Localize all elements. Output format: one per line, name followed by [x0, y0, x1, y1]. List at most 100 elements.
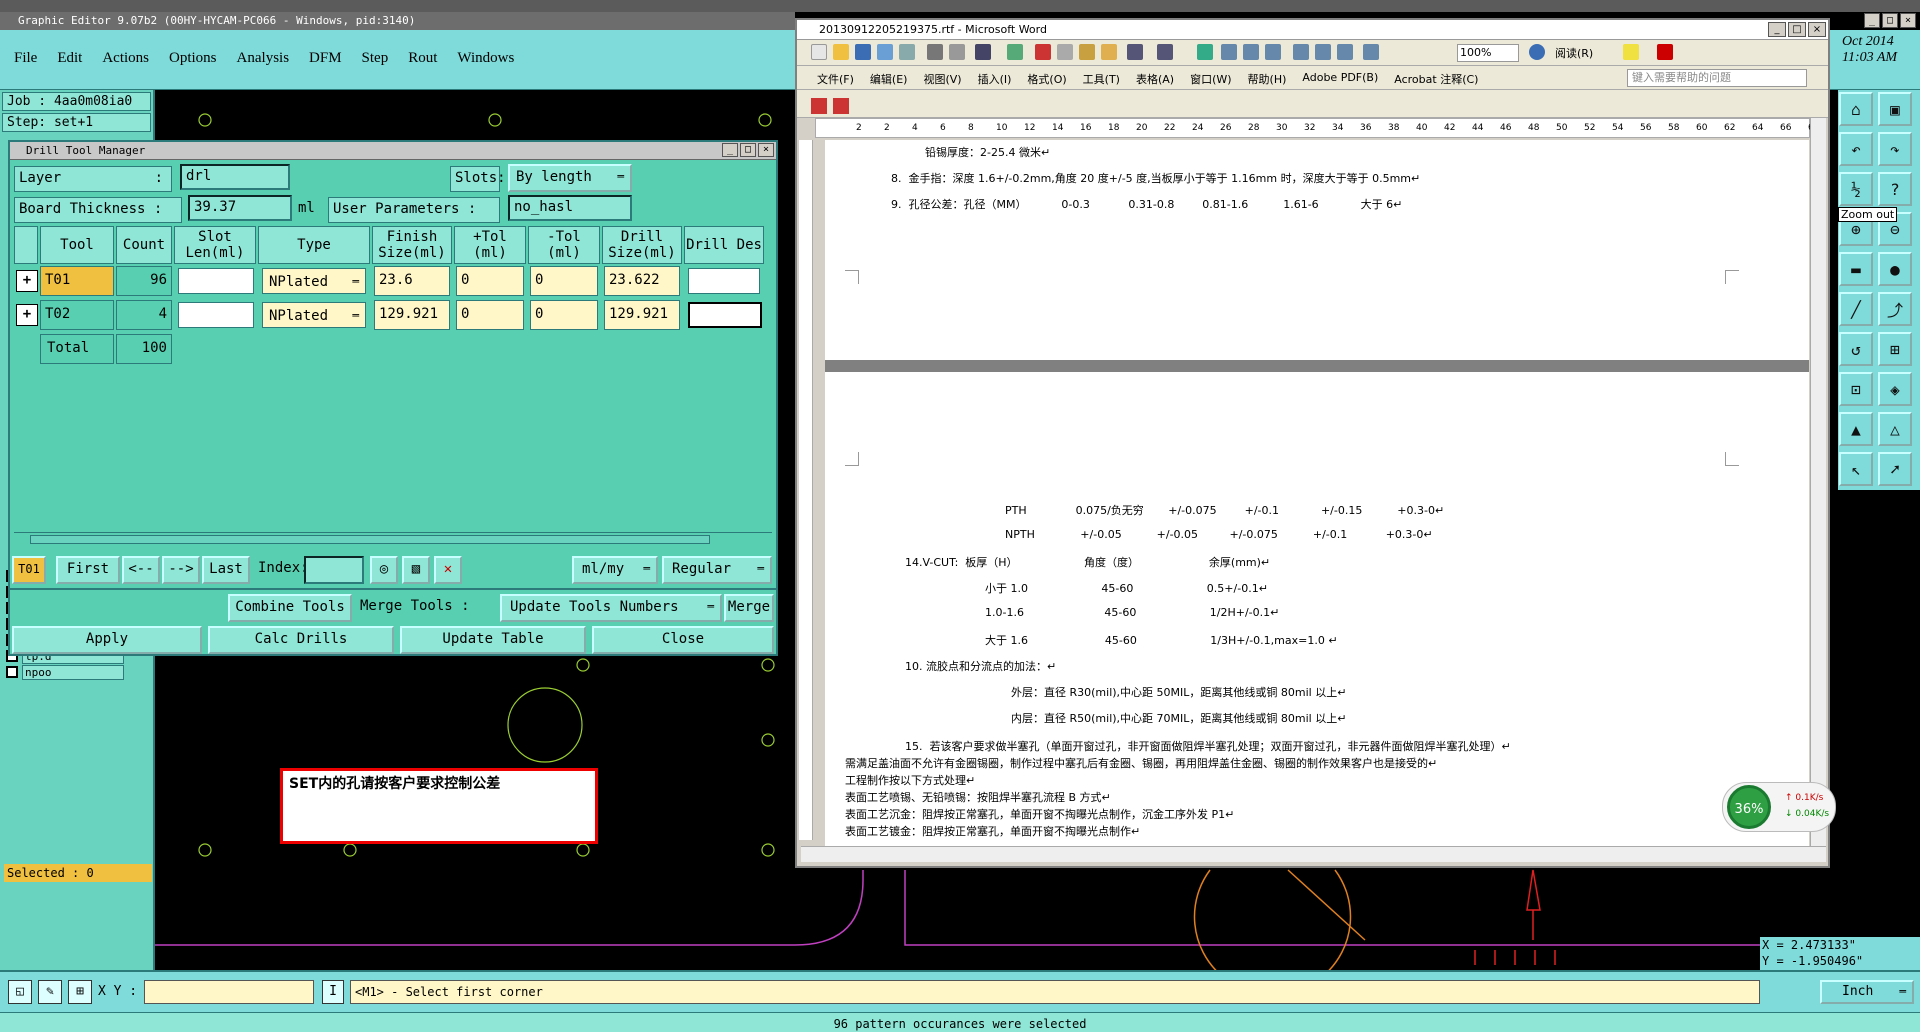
menu-options[interactable]: Options	[169, 50, 217, 67]
row1-tool[interactable]: T01	[40, 266, 114, 296]
word-horizontal-scrollbar[interactable]	[801, 846, 1826, 862]
email-icon[interactable]	[899, 44, 915, 60]
minimize-button[interactable]: _	[1864, 13, 1880, 28]
row2-finish[interactable]: 129.921	[374, 300, 450, 330]
cursor-icon[interactable]: ➚	[1878, 452, 1912, 486]
units-dropdown[interactable]: ml/my	[572, 556, 658, 584]
row1-ptol[interactable]: 0	[456, 266, 524, 296]
row1-finish[interactable]: 23.6	[374, 266, 450, 296]
research-icon[interactable]	[1007, 44, 1023, 60]
menu-rout[interactable]: Rout	[408, 50, 437, 67]
permission-icon[interactable]	[877, 44, 893, 60]
word-vertical-scrollbar[interactable]	[1810, 118, 1826, 850]
next-button[interactable]: -->	[162, 556, 200, 584]
word-menu-item[interactable]: 窗口(W)	[1190, 71, 1231, 87]
row2-tool[interactable]: T02	[40, 300, 114, 330]
layer-value-field[interactable]: drl	[180, 164, 290, 190]
select-mode-icon[interactable]: ◱	[8, 980, 32, 1004]
shape2-icon[interactable]: △	[1878, 412, 1912, 446]
format-painter-icon[interactable]	[1101, 44, 1117, 60]
menu-step[interactable]: Step	[362, 50, 389, 67]
xy-input[interactable]	[144, 980, 314, 1004]
close-dialog-button[interactable]: Close	[592, 626, 774, 654]
print-icon[interactable]	[927, 44, 943, 60]
menu-dfm[interactable]: DFM	[309, 50, 342, 67]
save-icon[interactable]	[855, 44, 871, 60]
hyperlink-icon[interactable]	[1197, 44, 1213, 60]
show-hide-icon[interactable]	[1363, 44, 1379, 60]
highlight-icon[interactable]	[1623, 44, 1639, 60]
pdf-email-icon[interactable]	[833, 98, 849, 114]
undo-icon[interactable]: ↶	[1839, 132, 1873, 166]
word-minimize-button[interactable]: _	[1768, 22, 1786, 37]
grid-icon[interactable]: ⊡	[1839, 372, 1873, 406]
word-maximize-button[interactable]: □	[1788, 22, 1806, 37]
pdf-convert-icon[interactable]	[811, 98, 827, 114]
slots-dropdown[interactable]: By length	[508, 164, 632, 192]
word-menu-item[interactable]: 编辑(E)	[870, 71, 908, 87]
dtm-close-button[interactable]: ×	[758, 143, 774, 157]
last-button[interactable]: Last	[202, 556, 250, 584]
paste-icon[interactable]	[1079, 44, 1095, 60]
spelling-icon[interactable]	[975, 44, 991, 60]
tables-borders-icon[interactable]	[1221, 44, 1237, 60]
open-icon[interactable]	[833, 44, 849, 60]
prev-button[interactable]: <--	[122, 556, 160, 584]
unit-dropdown[interactable]: Inch	[1820, 980, 1914, 1004]
word-menu-item[interactable]: 视图(V)	[923, 71, 961, 87]
menu-file[interactable]: File	[14, 50, 37, 67]
pointer-icon[interactable]: ↖	[1839, 452, 1873, 486]
bulb-icon[interactable]: ◎	[370, 556, 398, 584]
word-menu-item[interactable]: Adobe PDF(B)	[1302, 71, 1378, 87]
cursor-mode-icon[interactable]: I	[322, 980, 344, 1004]
word-menu-item[interactable]: 插入(I)	[978, 71, 1012, 87]
redo-icon[interactable]: ↷	[1878, 132, 1912, 166]
read-mode-button[interactable]: 阅读(R)	[1555, 45, 1593, 61]
row2-drill-des[interactable]	[688, 302, 762, 328]
new-doc-icon[interactable]	[811, 44, 827, 60]
row1-ntol[interactable]: 0	[530, 266, 598, 296]
window-icon[interactable]: ▣	[1878, 92, 1912, 126]
row2-drill[interactable]: 129.921	[604, 300, 680, 330]
copy-icon[interactable]	[1057, 44, 1073, 60]
insert-excel-icon[interactable]	[1265, 44, 1281, 60]
update-tools-numbers-dropdown[interactable]: Update Tools Numbers	[500, 594, 722, 622]
connect-icon[interactable]: ⤴	[1878, 292, 1912, 326]
network-speed-widget[interactable]: 36% ↑ 0.1K/s ↓ 0.04K/s	[1722, 782, 1836, 832]
zoom-half-icon[interactable]: ½	[1839, 172, 1873, 206]
image-icon[interactable]: ▧	[402, 556, 430, 584]
help-icon[interactable]: ?	[1878, 172, 1912, 206]
word-menu-item[interactable]: 帮助(H)	[1248, 71, 1287, 87]
combine-tools-button[interactable]: Combine Tools	[228, 594, 352, 622]
menu-actions[interactable]: Actions	[102, 50, 149, 67]
apply-button[interactable]: Apply	[12, 626, 202, 654]
edit-mode-icon[interactable]: ✎	[38, 980, 62, 1004]
doc-map-icon[interactable]	[1337, 44, 1353, 60]
row2-ntol[interactable]: 0	[530, 300, 598, 330]
menu-edit[interactable]: Edit	[57, 50, 82, 67]
layer-row[interactable]: npoo	[6, 664, 124, 680]
zoom-dropdown[interactable]: 100%	[1457, 44, 1519, 62]
document-area[interactable]: 铅锡厚度：2-25.4 微米↵ 8. 金手指：深度 1.6+/-0.2mm,角度…	[825, 140, 1809, 850]
word-menu-item[interactable]: 工具(T)	[1083, 71, 1120, 87]
close-button[interactable]: ×	[1900, 13, 1916, 28]
layer-checkbox[interactable]	[6, 666, 18, 678]
maximize-button[interactable]: □	[1882, 13, 1898, 28]
index-field[interactable]	[304, 556, 364, 584]
user-params-field[interactable]: no_hasl	[508, 195, 632, 221]
columns-icon[interactable]	[1293, 44, 1309, 60]
pad-icon[interactable]: ●	[1878, 252, 1912, 286]
print-preview-icon[interactable]	[949, 44, 965, 60]
dtm-minimize-button[interactable]: _	[722, 143, 738, 157]
row1-type-dropdown[interactable]: NPlated	[262, 268, 366, 295]
row1-drill-des[interactable]	[688, 268, 760, 294]
grid-mode-icon[interactable]: ⊞	[68, 980, 92, 1004]
delete-icon[interactable]: ✕	[434, 556, 462, 584]
drawing-icon[interactable]	[1315, 44, 1331, 60]
home-icon[interactable]: ⌂	[1839, 92, 1873, 126]
row2-slot-len[interactable]	[178, 302, 254, 328]
row1-drill[interactable]: 23.622	[604, 266, 680, 296]
help-search-box[interactable]: 键入需要帮助的问题	[1627, 69, 1807, 87]
shape-icon[interactable]: ▲	[1839, 412, 1873, 446]
menu-windows[interactable]: Windows	[457, 50, 514, 67]
